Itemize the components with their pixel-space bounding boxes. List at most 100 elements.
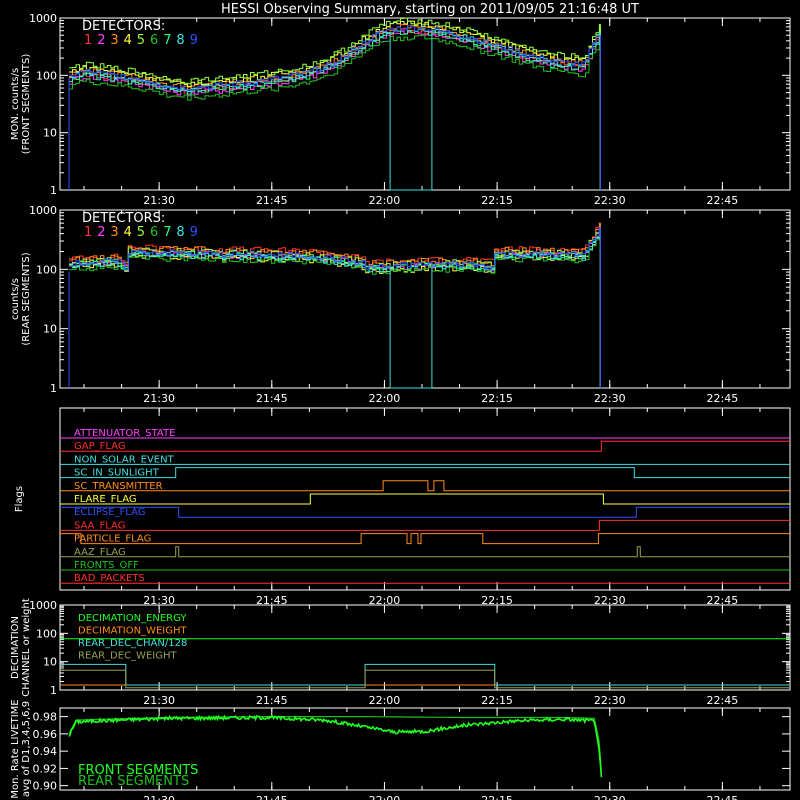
legend-detector-4: 4 [124, 33, 132, 48]
legend-detector-6: 6 [150, 225, 158, 240]
decimation-legend-0: DECIMATION_ENERGY [78, 613, 187, 624]
x-tick-label: 21:30 [143, 694, 175, 707]
legend-detector-7: 7 [163, 225, 171, 240]
y-tick-label: 1 [50, 382, 57, 395]
y-axis-label: CHANNEL or weight [21, 598, 32, 697]
y-tick-label: 0.94 [33, 745, 58, 758]
y-tick-label: 0.96 [33, 728, 58, 741]
legend-detector-4: 4 [124, 225, 132, 240]
legend-detector-5: 5 [137, 225, 145, 240]
legend-title: DETECTORS: [82, 211, 165, 226]
y-tick-label: 1000 [29, 12, 57, 25]
decimation-legend-2: REAR_DEC_CHAN/128 [78, 638, 187, 649]
flag-line-sc-transmitter [60, 480, 790, 492]
flag-label-eclipse-flag: ECLIPSE_FLAG [74, 507, 145, 518]
x-tick-label: 22:45 [707, 694, 739, 707]
legend-detector-1: 1 [84, 33, 92, 48]
x-tick-label: 22:30 [594, 794, 626, 800]
x-tick-label: 22:45 [707, 794, 739, 800]
legend-detector-3: 3 [110, 225, 118, 240]
flag-line-gap-flag [60, 440, 790, 452]
y-axis-label: (FRONT SEGMENTS) [21, 54, 32, 155]
flag-label-bad-packets: BAD_PACKETS [74, 573, 145, 584]
decimation-legend-3: REAR_DEC_WEIGHT [78, 651, 177, 662]
x-tick-label: 22:30 [594, 694, 626, 707]
y-tick-label: 0.90 [33, 780, 58, 793]
flag-label-sc-transmitter: SC_TRANSMITTER [74, 481, 163, 492]
flag-label-saa-flag: SAA_FLAG [74, 520, 125, 531]
y-tick-label: 100 [36, 69, 57, 82]
y-tick-label: 100 [36, 263, 57, 276]
flag-label-particle-flag: PARTICLE_FLAG [74, 534, 151, 545]
legend-detector-1: 1 [84, 225, 92, 240]
flag-line-eclipse-flag [60, 506, 790, 518]
flag-line-flare-flag [60, 493, 790, 505]
series-detector-9 [69, 227, 601, 388]
y-tick-label: 1000 [29, 599, 57, 612]
flag-line-sc-in-sunlight [60, 467, 790, 479]
x-tick-label: 22:15 [481, 794, 513, 800]
series-detector-9 [69, 25, 601, 190]
decimation-series-2 [60, 663, 790, 686]
legend-detector-8: 8 [176, 33, 184, 48]
y-axis-label: (REAR SEGMENTS) [21, 252, 32, 345]
y-tick-label: 10 [43, 656, 57, 669]
legend-detector-2: 2 [97, 225, 105, 240]
series-detector-5 [69, 17, 601, 190]
legend-detector-5: 5 [137, 33, 145, 48]
decimation-legend-1: DECIMATION_WEIGHT [78, 626, 187, 637]
y-tick-label: 1 [50, 184, 57, 197]
legend-detector-6: 6 [150, 33, 158, 48]
flag-label-gap-flag: GAP_FLAG [74, 441, 126, 452]
flag-line-particle-flag [60, 533, 790, 545]
x-tick-label: 21:45 [256, 694, 288, 707]
legend-detector-3: 3 [110, 33, 118, 48]
flag-line-saa-flag [60, 519, 790, 531]
flag-label-aaz-flag: AAZ_FLAG [74, 547, 126, 558]
x-tick-label: 21:30 [143, 392, 175, 405]
y-axis-label: avg of D1,3,4,5,6,9 [21, 701, 32, 797]
flag-label-flare-flag: FLARE_FLAG [74, 494, 137, 505]
plot-title: HESSI Observing Summary, starting on 201… [221, 2, 639, 17]
x-tick-label: 21:45 [256, 794, 288, 800]
x-tick-label: 22:30 [594, 194, 626, 207]
legend-detector-2: 2 [97, 33, 105, 48]
flag-label-non-solar-event: NON_SOLAR_EVENT [74, 454, 175, 465]
flag-label-attenuator-state: ATTENUATOR_STATE [74, 428, 175, 439]
y-tick-label: 1 [50, 684, 57, 697]
series-detector-1 [69, 225, 601, 388]
x-tick-label: 22:00 [369, 194, 401, 207]
livetime-legend-1: REAR SEGMENTS [78, 774, 189, 789]
y-axis-label: MON. counts/s [10, 68, 21, 140]
x-tick-label: 21:30 [143, 194, 175, 207]
legend-detector-9: 9 [190, 33, 198, 48]
legend-detector-8: 8 [176, 225, 184, 240]
y-axis-label: counts/s [10, 278, 21, 320]
y-tick-label: 10 [43, 127, 57, 140]
x-tick-label: 21:45 [256, 194, 288, 207]
flag-label-sc-in-sunlight: SC_IN_SUNLIGHT [74, 468, 160, 479]
flag-line-aaz-flag [60, 546, 790, 558]
y-tick-label: 100 [36, 627, 57, 640]
x-tick-label: 22:15 [481, 194, 513, 207]
y-tick-label: 1000 [29, 204, 57, 217]
hessi-summary-plot: HESSI Observing Summary, starting on 201… [0, 0, 800, 800]
x-tick-label: 22:15 [481, 694, 513, 707]
series-detector-3 [69, 23, 601, 190]
y-tick-label: 0.98 [33, 711, 58, 724]
y-axis-label: Flags [14, 486, 25, 512]
y-tick-label: 0.92 [33, 762, 58, 775]
x-tick-label: 22:15 [481, 392, 513, 405]
y-axis-label: DECIMATION [10, 616, 21, 679]
x-tick-label: 22:30 [594, 392, 626, 405]
x-tick-label: 21:30 [143, 794, 175, 800]
y-tick-label: 10 [43, 323, 57, 336]
x-tick-label: 21:45 [256, 392, 288, 405]
x-tick-label: 22:00 [369, 392, 401, 405]
x-tick-label: 22:45 [707, 392, 739, 405]
x-tick-label: 22:45 [707, 194, 739, 207]
series-detector-4 [69, 20, 601, 190]
legend-title: DETECTORS: [82, 19, 165, 34]
x-tick-label: 22:00 [369, 794, 401, 800]
x-tick-label: 22:00 [369, 694, 401, 707]
